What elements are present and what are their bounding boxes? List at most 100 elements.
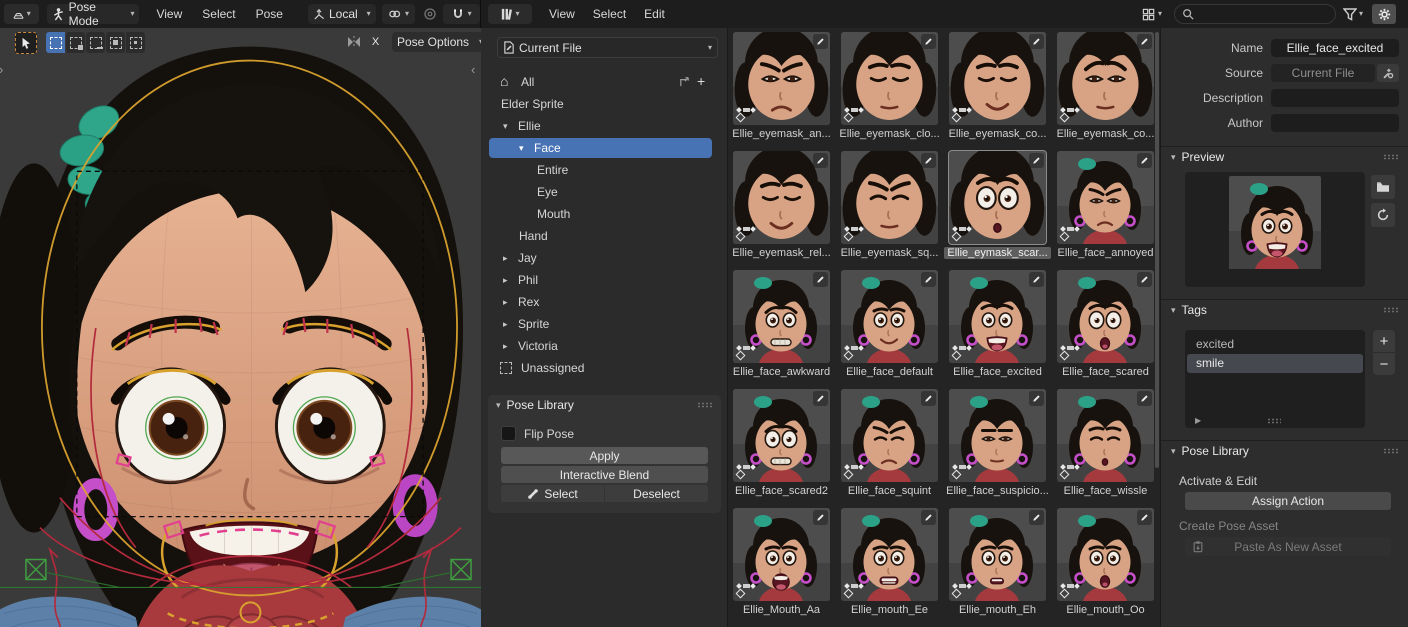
transform-orientation-dropdown[interactable]: Local ▾ — [308, 4, 376, 24]
pose-library-panel-header[interactable]: ▾ Pose Library — [488, 395, 721, 415]
assign-action-button[interactable]: Assign Action — [1185, 492, 1391, 510]
asset-thumbnail[interactable] — [1057, 270, 1154, 363]
asset-name-label: Ellie_eyemask_co... — [1051, 128, 1160, 140]
catalog-item-ellie[interactable]: ▾Ellie — [481, 116, 728, 136]
interactive-blend-button[interactable]: Interactive Blend — [501, 466, 708, 483]
asset-thumbnail[interactable] — [1057, 389, 1154, 482]
select-bones-button[interactable]: Select — [501, 485, 604, 502]
catalog-item-face[interactable]: ▾Face — [481, 138, 728, 158]
panel-drag-grip[interactable] — [1383, 154, 1399, 160]
display-settings-button[interactable]: ▾ — [1138, 4, 1166, 24]
select-box-intersect-button[interactable] — [126, 32, 145, 53]
add-catalog-button[interactable]: + — [697, 73, 705, 89]
tag-item-smile[interactable]: smile — [1187, 354, 1363, 373]
asset-thumbnail[interactable] — [1057, 151, 1154, 244]
viewport-menu-pose[interactable]: Pose — [247, 0, 292, 28]
browser-menu-edit[interactable]: Edit — [635, 0, 674, 28]
search-input[interactable] — [1199, 6, 1321, 22]
preview-panel-header[interactable]: ▾ Preview — [1171, 150, 1399, 164]
description-field[interactable] — [1271, 89, 1399, 107]
catalog-item-unassigned[interactable]: Unassigned — [481, 358, 728, 378]
tree-collapsed-icon[interactable]: ▸ — [503, 253, 516, 264]
catalog-item-victoria[interactable]: ▸Victoria — [481, 336, 728, 356]
asset-thumbnail[interactable] — [1057, 32, 1154, 125]
asset-thumbnail[interactable] — [841, 508, 938, 601]
tag-remove-button[interactable]: − — [1373, 353, 1395, 375]
asset-thumbnail[interactable] — [1057, 508, 1154, 601]
tree-expanded-icon[interactable]: ▾ — [519, 143, 532, 154]
tags-filter-expand-icon[interactable]: ▶ — [1195, 416, 1201, 425]
author-field[interactable] — [1271, 114, 1399, 132]
asset-thumbnail[interactable] — [841, 151, 938, 244]
panel-drag-grip[interactable] — [697, 402, 713, 408]
region-collapse-right-icon[interactable]: ‹ — [471, 62, 475, 77]
proportional-editing-icon[interactable] — [423, 7, 437, 21]
asset-thumbnail[interactable] — [949, 151, 1046, 244]
asset-thumbnail[interactable] — [949, 508, 1046, 601]
asset-thumbnail[interactable] — [841, 32, 938, 125]
select-box-new-button[interactable] — [46, 32, 65, 53]
region-expand-left-icon[interactable]: › — [0, 62, 3, 77]
catalog-item-sprite[interactable]: ▸Sprite — [481, 314, 728, 334]
pose-options-dropdown[interactable]: Pose Options ▾ — [392, 32, 482, 52]
active-tool-button[interactable] — [15, 32, 37, 54]
asset-thumbnail[interactable] — [949, 270, 1046, 363]
catalog-item-all[interactable]: ⌂All+ — [481, 72, 728, 92]
apply-pose-button[interactable]: Apply — [501, 447, 708, 464]
asset-thumbnail[interactable] — [949, 389, 1046, 482]
search-box[interactable] — [1174, 4, 1336, 24]
deselect-bones-button[interactable]: Deselect — [605, 485, 708, 502]
asset-editor-type-button[interactable]: ▾ — [488, 4, 532, 24]
asset-name-label: Ellie_face_wissle — [1051, 485, 1160, 497]
tree-collapsed-icon[interactable]: ▸ — [503, 341, 516, 352]
tree-expanded-icon[interactable]: ▾ — [503, 121, 516, 132]
viewport-menu-view[interactable]: View — [147, 0, 191, 28]
select-box-extend-button[interactable] — [66, 32, 85, 53]
tree-collapsed-icon[interactable]: ▸ — [503, 275, 516, 286]
list-resize-grip[interactable] — [1267, 418, 1281, 424]
preview-refresh-button[interactable] — [1371, 203, 1395, 227]
catalog-item-elder-sprite[interactable]: Elder Sprite — [481, 94, 728, 114]
catalog-item-entire[interactable]: Entire — [481, 160, 728, 180]
catalog-item-rex[interactable]: ▸Rex — [481, 292, 728, 312]
pose-mirror-x-icon[interactable] — [346, 34, 362, 50]
mirror-x-toggle[interactable]: X — [367, 33, 384, 51]
name-field[interactable]: Ellie_face_excited — [1271, 39, 1399, 57]
viewport-menu-select[interactable]: Select — [193, 0, 244, 28]
asset-thumbnail[interactable] — [949, 32, 1046, 125]
asset-thumbnail[interactable] — [733, 32, 830, 125]
catalog-item-jay[interactable]: ▸Jay — [481, 248, 728, 268]
mode-dropdown[interactable]: Pose Mode ▾ — [47, 4, 140, 24]
panel-drag-grip[interactable] — [1383, 307, 1399, 313]
select-box-subtract-button[interactable] — [86, 32, 105, 53]
tag-add-button[interactable]: + — [1373, 330, 1395, 352]
flip-pose-checkbox[interactable] — [501, 426, 516, 441]
viewport-canvas[interactable]: X Pose Options ▾ › ‹ — [0, 28, 482, 627]
asset-thumbnail[interactable] — [841, 270, 938, 363]
source-tools-button[interactable] — [1377, 64, 1399, 82]
editor-type-button[interactable]: ▾ — [4, 4, 39, 24]
preview-load-button[interactable] — [1371, 175, 1395, 199]
browser-menu-view[interactable]: View — [540, 0, 584, 28]
tags-panel-header[interactable]: ▾ Tags — [1171, 303, 1399, 317]
sidebar-pose-library-header[interactable]: ▾ Pose Library — [1171, 444, 1399, 458]
browser-settings-button[interactable] — [1372, 4, 1396, 24]
asset-thumbnail[interactable] — [733, 270, 830, 363]
catalog-item-eye[interactable]: Eye — [481, 182, 728, 202]
asset-thumbnail[interactable] — [733, 389, 830, 482]
pivot-point-dropdown[interactable]: ▾ — [382, 4, 416, 24]
asset-thumbnail[interactable] — [733, 508, 830, 601]
tree-collapsed-icon[interactable]: ▸ — [503, 297, 516, 308]
tree-collapsed-icon[interactable]: ▸ — [503, 319, 516, 330]
catalog-item-hand[interactable]: Hand — [481, 226, 728, 246]
snap-dropdown[interactable]: ▾ — [443, 4, 480, 24]
browser-menu-select[interactable]: Select — [584, 0, 635, 28]
filter-button[interactable]: ▾ — [1343, 8, 1363, 21]
asset-thumbnail[interactable] — [841, 389, 938, 482]
select-box-invert-button[interactable] — [106, 32, 125, 53]
panel-drag-grip[interactable] — [1383, 448, 1399, 454]
tag-item-excited[interactable]: excited — [1187, 335, 1363, 354]
catalog-item-phil[interactable]: ▸Phil — [481, 270, 728, 290]
catalog-item-mouth[interactable]: Mouth — [481, 204, 728, 224]
asset-thumbnail[interactable] — [733, 151, 830, 244]
